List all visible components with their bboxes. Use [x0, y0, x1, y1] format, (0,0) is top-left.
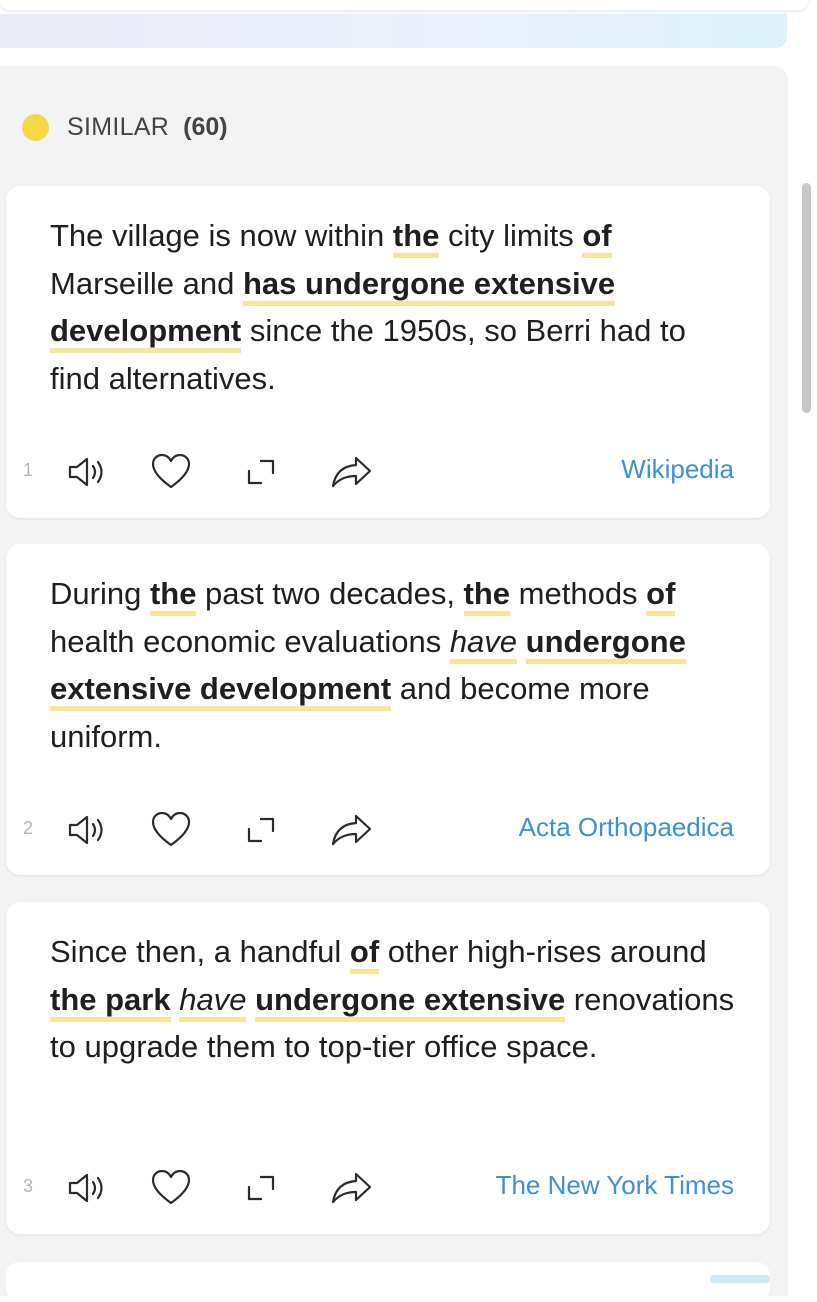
highlight-match: the	[463, 576, 511, 616]
sentence-text: The village is now within	[50, 218, 393, 253]
status-dot-icon	[22, 113, 49, 141]
highlight-match: have	[449, 623, 518, 664]
sentence-card: The village is now within the city limit…	[6, 186, 770, 518]
share-icon[interactable]	[330, 450, 374, 494]
example-sentence[interactable]: Since then, a handful of other high-rise…	[50, 928, 740, 1071]
highlight-match: the	[392, 218, 440, 258]
highlight-match: of	[646, 576, 676, 616]
previous-card-edge	[0, 0, 808, 10]
section-label: SIMILAR	[67, 112, 170, 141]
sentence-card: Since then, a handful of other high-rise…	[6, 902, 770, 1234]
source-link[interactable]: Acta Orthopaedica	[519, 812, 734, 843]
highlight-match: of	[349, 934, 380, 974]
source-link[interactable]: Wikipedia	[621, 454, 734, 485]
heart-icon[interactable]	[149, 808, 193, 852]
card-index: 1	[23, 460, 34, 480]
sentence-text: Marseille and	[50, 265, 243, 301]
example-sentence[interactable]: During the past two decades, the methods…	[50, 570, 740, 760]
sentence-text: Since then, a handful	[50, 934, 350, 969]
expand-icon[interactable]	[239, 808, 283, 852]
sentence-text: health economic evaluations	[50, 623, 450, 659]
card-action-bar: 1 Wikipedia	[6, 442, 770, 502]
speaker-icon[interactable]	[66, 808, 110, 852]
sentence-card: During the past two decades, the methods…	[6, 544, 770, 875]
sentence-text	[171, 982, 180, 1017]
highlight-match: the park	[50, 981, 171, 1022]
sentence-text: During	[50, 576, 150, 611]
expand-icon[interactable]	[239, 450, 283, 494]
scrollbar[interactable]	[802, 183, 811, 413]
share-icon[interactable]	[330, 1166, 374, 1210]
sentence-text	[246, 982, 255, 1017]
expand-icon[interactable]	[239, 1166, 283, 1210]
sentence-text: past two decades,	[196, 576, 464, 611]
share-icon[interactable]	[330, 808, 374, 852]
sentence-text: other high-rises around	[379, 934, 707, 969]
speaker-icon[interactable]	[66, 1166, 110, 1210]
next-card-accent	[710, 1275, 770, 1283]
next-card-edge	[6, 1262, 770, 1302]
example-sentence[interactable]: The village is now within the city limit…	[50, 212, 740, 402]
top-banner-strip	[0, 14, 787, 48]
sentence-text: city limits	[439, 218, 583, 253]
card-index: 2	[23, 818, 34, 838]
highlight-match: the	[149, 576, 197, 616]
heart-icon[interactable]	[149, 450, 193, 494]
highlight-match: undergone extensive	[255, 981, 566, 1022]
highlight-match: have	[179, 981, 247, 1022]
sentence-text	[517, 624, 526, 659]
card-action-bar: 2 Acta Orthopaedica	[6, 800, 770, 860]
source-link[interactable]: The New York Times	[496, 1170, 734, 1201]
card-action-bar: 3 The New York Times	[6, 1158, 770, 1218]
card-index: 3	[23, 1176, 34, 1196]
sentence-text: methods	[510, 576, 647, 611]
section-count: (60)	[183, 112, 228, 141]
highlight-match: of	[582, 218, 612, 258]
speaker-icon[interactable]	[66, 450, 110, 494]
heart-icon[interactable]	[149, 1166, 193, 1210]
similar-header: SIMILAR (60)	[22, 110, 228, 144]
